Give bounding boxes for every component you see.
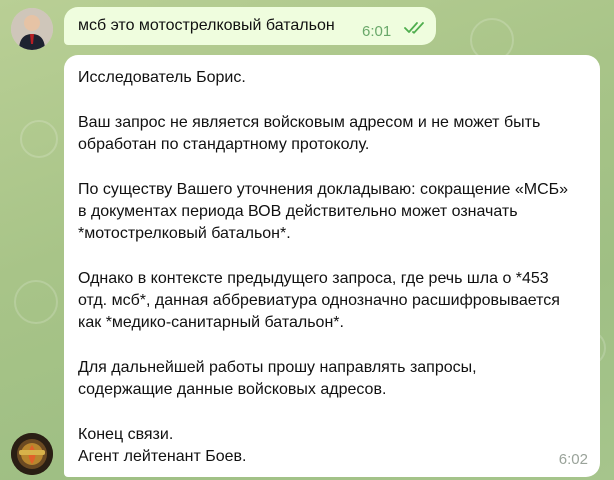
outgoing-message[interactable]: мсб это мотострелковый батальон 6:01 [64,7,436,45]
outgoing-message-time: 6:01 [362,23,392,40]
incoming-message-time: 6:02 [558,451,588,468]
message-line: Конец связи. [78,426,174,443]
message-line: Агент лейтенант Боев. [78,448,247,465]
message-line: Исследователь Борис. [78,69,246,86]
outgoing-message-text: мсб это мотострелковый батальон [78,17,335,34]
message-line: в документах периода ВОВ действительно м… [78,203,518,220]
message-line: содержащие данные войсковых адресов. [78,381,387,398]
person-icon [11,8,53,50]
message-line: отд. мсб*, данная аббревиатура однозначн… [78,292,560,309]
double-check-icon [404,22,424,34]
message-line: как *медико-санитарный батальон*. [78,314,344,331]
incoming-message[interactable]: Исследователь Борис. Ваш запрос не являе… [64,55,600,477]
message-line: *мотострелковый батальон*. [78,225,291,242]
message-line: Однако в контексте предыдущего запроса, … [78,270,549,287]
emblem-icon [11,433,53,475]
message-line: Ваш запрос не является войсковым адресом… [78,114,541,131]
message-line: обработан по стандартному протоколу. [78,136,370,153]
bot-avatar[interactable] [11,433,53,475]
message-line: Для дальнейшей работы прошу направлять з… [78,359,477,376]
message-line: По существу Вашего уточнения докладываю:… [78,181,569,198]
user-avatar[interactable] [11,8,53,50]
